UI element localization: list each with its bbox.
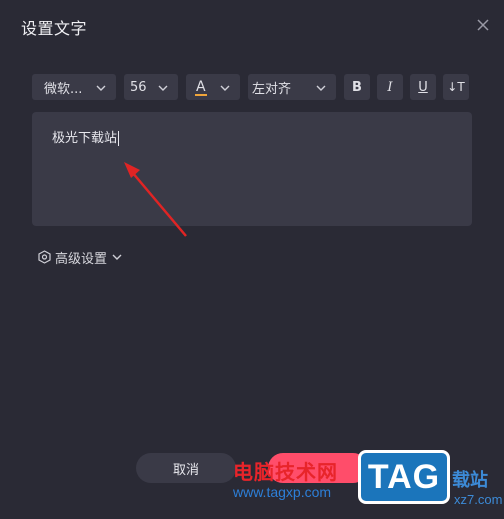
font-size-dropdown[interactable]: 56 [124,74,178,100]
advanced-settings-toggle[interactable]: 高级设置 [38,248,123,267]
watermark-side-text: 载站 [452,470,488,491]
font-color-swatch [195,94,207,96]
watermark-overlay: 电脑技术网 www.tagxp.com TAG 载站 xz7.com [230,448,504,519]
annotation-arrow-icon [124,162,187,237]
font-color-dropdown[interactable]: A [186,74,240,100]
bold-button[interactable]: B [344,74,370,100]
dialog-title: 设置文字 [21,19,88,38]
alignment-dropdown[interactable]: 左对齐 [248,74,336,100]
text-settings-dialog: 设置文字 微软... 56 A 左对齐 B I U ↓T 极光下载站 高级设置 … [0,0,504,519]
alignment-value: 左对齐 [252,81,292,97]
chevron-down-icon [315,82,327,92]
font-family-dropdown[interactable]: 微软... [32,74,116,100]
hexagon-settings-icon [38,250,51,264]
font-family-value: 微软... [44,81,83,97]
italic-button[interactable]: I [377,74,403,100]
chevron-down-icon [95,82,107,92]
watermark-url: www.tagxp.com [233,484,332,500]
vertical-text-button[interactable]: ↓T [443,74,469,100]
text-content: 极光下载站 [52,127,120,146]
close-icon[interactable] [472,14,494,36]
font-size-value: 56 [130,79,147,95]
advanced-settings-label: 高级设置 [55,251,108,267]
watermark-side-url: xz7.com [454,492,503,507]
underline-button[interactable]: U [410,74,436,100]
watermark-site-name: 电脑技术网 [233,460,338,484]
chevron-down-icon [219,82,231,92]
watermark-logo-text: TAG [367,457,441,496]
text-input-area[interactable]: 极光下载站 [32,112,472,226]
font-color-icon: A [196,79,206,95]
chevron-down-icon [157,82,169,92]
watermark-logo: TAG [358,450,450,504]
text-caret [118,131,120,146]
chevron-down-icon [112,254,122,260]
cancel-button[interactable]: 取消 [136,453,236,483]
text-value: 极光下载站 [52,131,118,146]
